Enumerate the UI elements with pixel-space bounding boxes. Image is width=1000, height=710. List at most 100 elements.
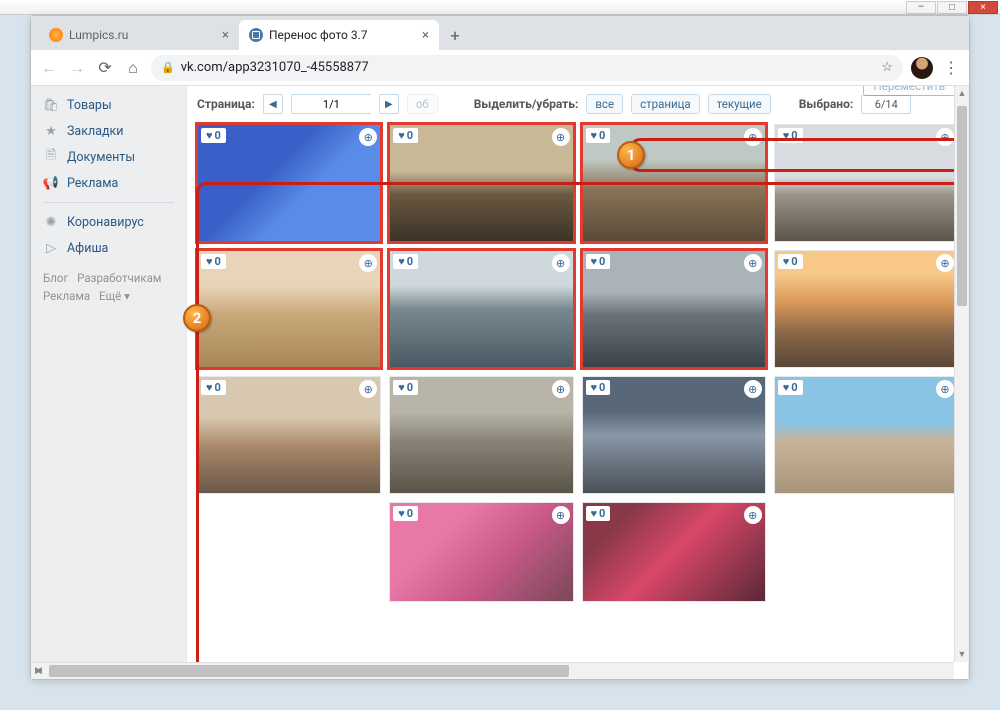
heart-icon: ♥: [591, 129, 598, 142]
like-badge[interactable]: ♥ 0: [586, 506, 611, 521]
zoom-icon[interactable]: ⊕: [552, 254, 570, 272]
scrollbar-thumb[interactable]: [957, 106, 967, 306]
vk-sidebar: 🛍Товары ★Закладки 🗎Документы 📢Реклама ✺К…: [31, 86, 186, 679]
virus-icon: ✺: [43, 214, 59, 230]
gallery-last-row: ♥ 0 ⊕ ♥ 0 ⊕: [389, 502, 766, 602]
photo-thumb[interactable]: ♥ 0 ⊕: [774, 124, 958, 242]
browser-menu-icon[interactable]: ⋮: [941, 58, 961, 78]
heart-icon: ♥: [206, 255, 213, 268]
profile-avatar[interactable]: [911, 57, 933, 79]
footer-link-developers[interactable]: Разработчикам: [77, 271, 161, 285]
sidebar-item-ads[interactable]: 📢Реклама: [31, 170, 186, 196]
scrollbar-thumb[interactable]: [49, 665, 569, 677]
zoom-icon[interactable]: ⊕: [359, 380, 377, 398]
sidebar-item-label: Реклама: [67, 176, 118, 191]
photo-thumb[interactable]: ♥ 0 ⊕: [389, 376, 573, 494]
window-minimize-button[interactable]: –: [906, 1, 936, 14]
refresh-button[interactable]: об: [407, 94, 438, 114]
tab-close-icon[interactable]: ×: [422, 28, 429, 43]
browser-tab-vk-app[interactable]: Перенос фото 3.7 ×: [239, 20, 439, 50]
nav-back-icon[interactable]: ←: [39, 58, 59, 78]
photo-thumb[interactable]: ♥ 0 ⊕: [197, 376, 381, 494]
footer-link-ads[interactable]: Реклама: [43, 289, 90, 303]
like-badge[interactable]: ♥ 0: [201, 254, 226, 269]
select-all-button[interactable]: все: [586, 94, 623, 114]
like-badge[interactable]: ♥ 0: [201, 380, 226, 395]
select-page-button[interactable]: страница: [631, 94, 700, 114]
sidebar-item-goods[interactable]: 🛍Товары: [31, 92, 186, 118]
page-prev-button[interactable]: ◀: [263, 94, 283, 114]
page-input[interactable]: [291, 94, 371, 114]
scroll-right-icon[interactable]: ▶: [31, 663, 46, 679]
photo-thumb[interactable]: ♥ 0 ⊕: [197, 250, 381, 368]
os-titlebar: – □ ×: [0, 0, 1000, 15]
photo-thumb[interactable]: ♥ 0 ⊕: [389, 250, 573, 368]
photo-gallery: ♥ 0 ⊕ ♥ 0 ⊕ ♥ 0 ⊕ ♥ 0 ⊕ ♥ 0 ⊕ ♥ 0 ⊕ ♥ 0 ⊕ ♥ 0 ⊕ ♥ 0 ⊕ ♥ 0 ⊕…: [197, 124, 958, 602]
horizontal-scrollbar[interactable]: ◀ ▶: [31, 662, 954, 679]
annotation-badge-1: 1: [617, 141, 645, 169]
like-badge[interactable]: ♥ 0: [778, 128, 803, 143]
photo-thumb[interactable]: ♥ 0 ⊕: [582, 124, 766, 242]
bookmark-star-icon[interactable]: ☆: [881, 60, 893, 75]
page-next-button[interactable]: ▶: [379, 94, 399, 114]
like-badge[interactable]: ♥ 0: [586, 254, 611, 269]
zoom-icon[interactable]: ⊕: [744, 128, 762, 146]
heart-icon: ♥: [398, 507, 405, 520]
nav-reload-icon[interactable]: ⟳: [95, 58, 115, 78]
photo-thumb[interactable]: ♥ 0 ⊕: [582, 502, 766, 602]
like-badge[interactable]: ♥ 0: [201, 128, 226, 143]
zoom-icon[interactable]: ⊕: [552, 506, 570, 524]
sidebar-item-coronavirus[interactable]: ✺Коронавирус: [31, 209, 186, 235]
star-icon: ★: [43, 123, 59, 139]
zoom-icon[interactable]: ⊕: [936, 380, 954, 398]
move-button[interactable]: Переместить: [863, 86, 956, 96]
scroll-down-icon[interactable]: ▼: [955, 647, 969, 662]
like-badge[interactable]: ♥ 0: [393, 128, 418, 143]
heart-icon: ♥: [783, 129, 790, 142]
footer-link-blog[interactable]: Блог: [43, 271, 68, 285]
zoom-icon[interactable]: ⊕: [359, 128, 377, 146]
like-badge[interactable]: ♥ 0: [393, 506, 418, 521]
nav-forward-icon[interactable]: →: [67, 58, 87, 78]
window-close-button[interactable]: ×: [968, 1, 998, 14]
address-bar[interactable]: 🔒 vk.com/app3231070_-45558877 ☆: [151, 55, 903, 81]
photo-thumb[interactable]: ♥ 0 ⊕: [197, 124, 381, 242]
sidebar-item-bookmarks[interactable]: ★Закладки: [31, 118, 186, 144]
zoom-icon[interactable]: ⊕: [936, 254, 954, 272]
heart-icon: ♥: [206, 129, 213, 142]
photo-thumb[interactable]: ♥ 0 ⊕: [389, 502, 573, 602]
scroll-up-icon[interactable]: ▲: [955, 86, 969, 101]
zoom-icon[interactable]: ⊕: [936, 128, 954, 146]
select-current-button[interactable]: текущие: [708, 94, 771, 114]
heart-icon: ♥: [591, 507, 598, 520]
photo-thumb[interactable]: ♥ 0 ⊕: [582, 376, 766, 494]
zoom-icon[interactable]: ⊕: [744, 254, 762, 272]
footer-link-more[interactable]: Ещё ▾: [99, 289, 130, 303]
like-badge[interactable]: ♥ 0: [778, 380, 803, 395]
sidebar-item-events[interactable]: ▷Афиша: [31, 235, 186, 261]
zoom-icon[interactable]: ⊕: [744, 380, 762, 398]
heart-icon: ♥: [591, 381, 598, 394]
like-badge[interactable]: ♥ 0: [586, 380, 611, 395]
like-badge[interactable]: ♥ 0: [778, 254, 803, 269]
zoom-icon[interactable]: ⊕: [552, 380, 570, 398]
photo-thumb[interactable]: ♥ 0 ⊕: [774, 376, 958, 494]
zoom-icon[interactable]: ⊕: [744, 506, 762, 524]
like-badge[interactable]: ♥ 0: [586, 128, 611, 143]
browser-tabbar: Lumpics.ru × Перенос фото 3.7 × +: [31, 16, 969, 50]
nav-home-icon[interactable]: ⌂: [123, 58, 143, 78]
like-badge[interactable]: ♥ 0: [393, 254, 418, 269]
zoom-icon[interactable]: ⊕: [359, 254, 377, 272]
photo-thumb[interactable]: ♥ 0 ⊕: [774, 250, 958, 368]
photo-thumb[interactable]: ♥ 0 ⊕: [582, 250, 766, 368]
window-maximize-button[interactable]: □: [937, 1, 967, 14]
sidebar-item-documents[interactable]: 🗎Документы: [31, 144, 186, 170]
tab-close-icon[interactable]: ×: [222, 28, 229, 43]
new-tab-button[interactable]: +: [443, 23, 467, 47]
photo-thumb[interactable]: ♥ 0 ⊕: [389, 124, 573, 242]
browser-tab-lumpics[interactable]: Lumpics.ru ×: [39, 20, 239, 50]
like-badge[interactable]: ♥ 0: [393, 380, 418, 395]
annotation-badge-2: 2: [183, 304, 211, 332]
vertical-scrollbar[interactable]: ▲ ▼: [954, 86, 969, 662]
zoom-icon[interactable]: ⊕: [552, 128, 570, 146]
